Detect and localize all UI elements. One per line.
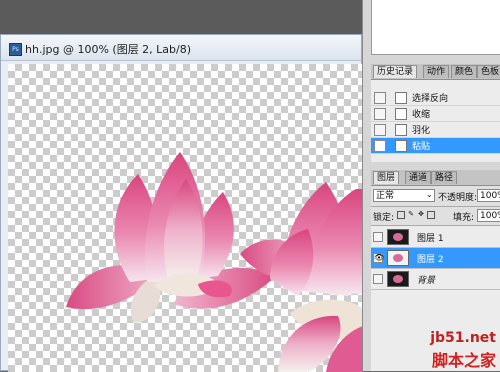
history-step-icon — [395, 92, 407, 104]
navigator-panel-area — [371, 0, 500, 55]
document-window[interactable]: Ps hh.jpg @ 100% (图层 2, Lab/8) — [0, 34, 363, 372]
lock-transparency-icon[interactable] — [397, 211, 405, 219]
history-item[interactable]: 收缩 — [371, 106, 500, 122]
eye-icon[interactable]: 👁 — [373, 253, 384, 263]
history-item[interactable]: 选择反向 — [371, 90, 500, 106]
history-item-label: 粘贴 — [412, 142, 431, 152]
workspace-top-area — [0, 0, 362, 34]
history-step-icon — [395, 108, 407, 120]
history-item-label: 收缩 — [412, 110, 431, 120]
history-step-icon — [395, 140, 407, 152]
history-panel-tabs: 历史记录 动作 颜色 色板 — [371, 64, 500, 80]
history-item-label: 选择反向 — [412, 94, 449, 104]
chevron-down-icon[interactable]: ⌄ — [426, 190, 433, 199]
history-item-label: 羽化 — [412, 126, 431, 136]
tab-swatches[interactable]: 色板 — [477, 65, 500, 78]
layer-row[interactable]: 背景 — [371, 269, 500, 290]
history-source-box[interactable] — [374, 124, 386, 136]
watermark-site: jb51.net — [430, 330, 496, 346]
layer-name: 背景 — [417, 276, 436, 286]
opacity-label: 不透明度: — [438, 193, 478, 203]
visibility-toggle[interactable] — [373, 232, 383, 242]
tab-paths[interactable]: 路径 — [431, 171, 458, 184]
layer-thumbnail — [387, 250, 409, 266]
lock-position-icon[interactable]: ✥ — [417, 211, 425, 219]
fill-input[interactable]: 100% — [477, 209, 500, 222]
history-source-box[interactable] — [374, 140, 386, 152]
layer-thumbnail — [387, 271, 409, 287]
lock-label: 锁定: — [373, 213, 395, 223]
tab-actions[interactable]: 动作 — [423, 65, 450, 78]
layer-name: 图层 1 — [417, 234, 444, 244]
opacity-input[interactable]: 100% — [477, 189, 500, 202]
history-list: 选择反向 收缩 羽化 粘贴 — [371, 80, 500, 162]
lock-pixels-icon[interactable]: ✎ — [407, 211, 415, 219]
layer-name: 图层 2 — [417, 255, 444, 265]
left-lotus — [66, 152, 276, 323]
tab-layers[interactable]: 图层 — [373, 171, 400, 184]
tab-channels[interactable]: 通道 — [405, 171, 432, 184]
tab-history[interactable]: 历史记录 — [373, 65, 418, 78]
lock-all-icon[interactable] — [427, 211, 435, 219]
watermark-name: 脚本之家 — [431, 351, 496, 370]
lock-fill-row: 锁定: ✎ ✥ 填充: 100% — [371, 207, 500, 226]
layers-panel-tabs: 图层 通道 路径 — [371, 170, 500, 186]
lotus-image — [66, 152, 363, 372]
history-source-box[interactable] — [374, 92, 386, 104]
history-item[interactable]: 羽化 — [371, 122, 500, 138]
blend-opacity-row: 正常 ⌄ 不透明度: 100% — [371, 186, 500, 207]
layer-thumbnail — [387, 229, 409, 245]
fill-label: 填充: — [453, 213, 475, 223]
history-item-selected[interactable]: 粘贴 — [371, 138, 500, 154]
tab-color[interactable]: 颜色 — [451, 65, 478, 78]
visibility-toggle[interactable] — [373, 274, 383, 284]
history-step-icon — [395, 124, 407, 136]
panels-column: 历史记录 动作 颜色 色板 选择反向 收缩 羽化 粘贴 图层 通道 路径 正常 … — [362, 0, 500, 371]
layer-row-selected[interactable]: 👁 图层 2 — [371, 248, 500, 269]
photoshop-doc-icon: Ps — [9, 43, 22, 56]
document-title-bar[interactable]: Ps hh.jpg @ 100% (图层 2, Lab/8) — [1, 35, 361, 61]
document-title: hh.jpg @ 100% (图层 2, Lab/8) — [25, 43, 192, 56]
history-source-box[interactable] — [374, 108, 386, 120]
image-canvas[interactable] — [8, 64, 363, 372]
layer-row[interactable]: 图层 1 — [371, 227, 500, 248]
